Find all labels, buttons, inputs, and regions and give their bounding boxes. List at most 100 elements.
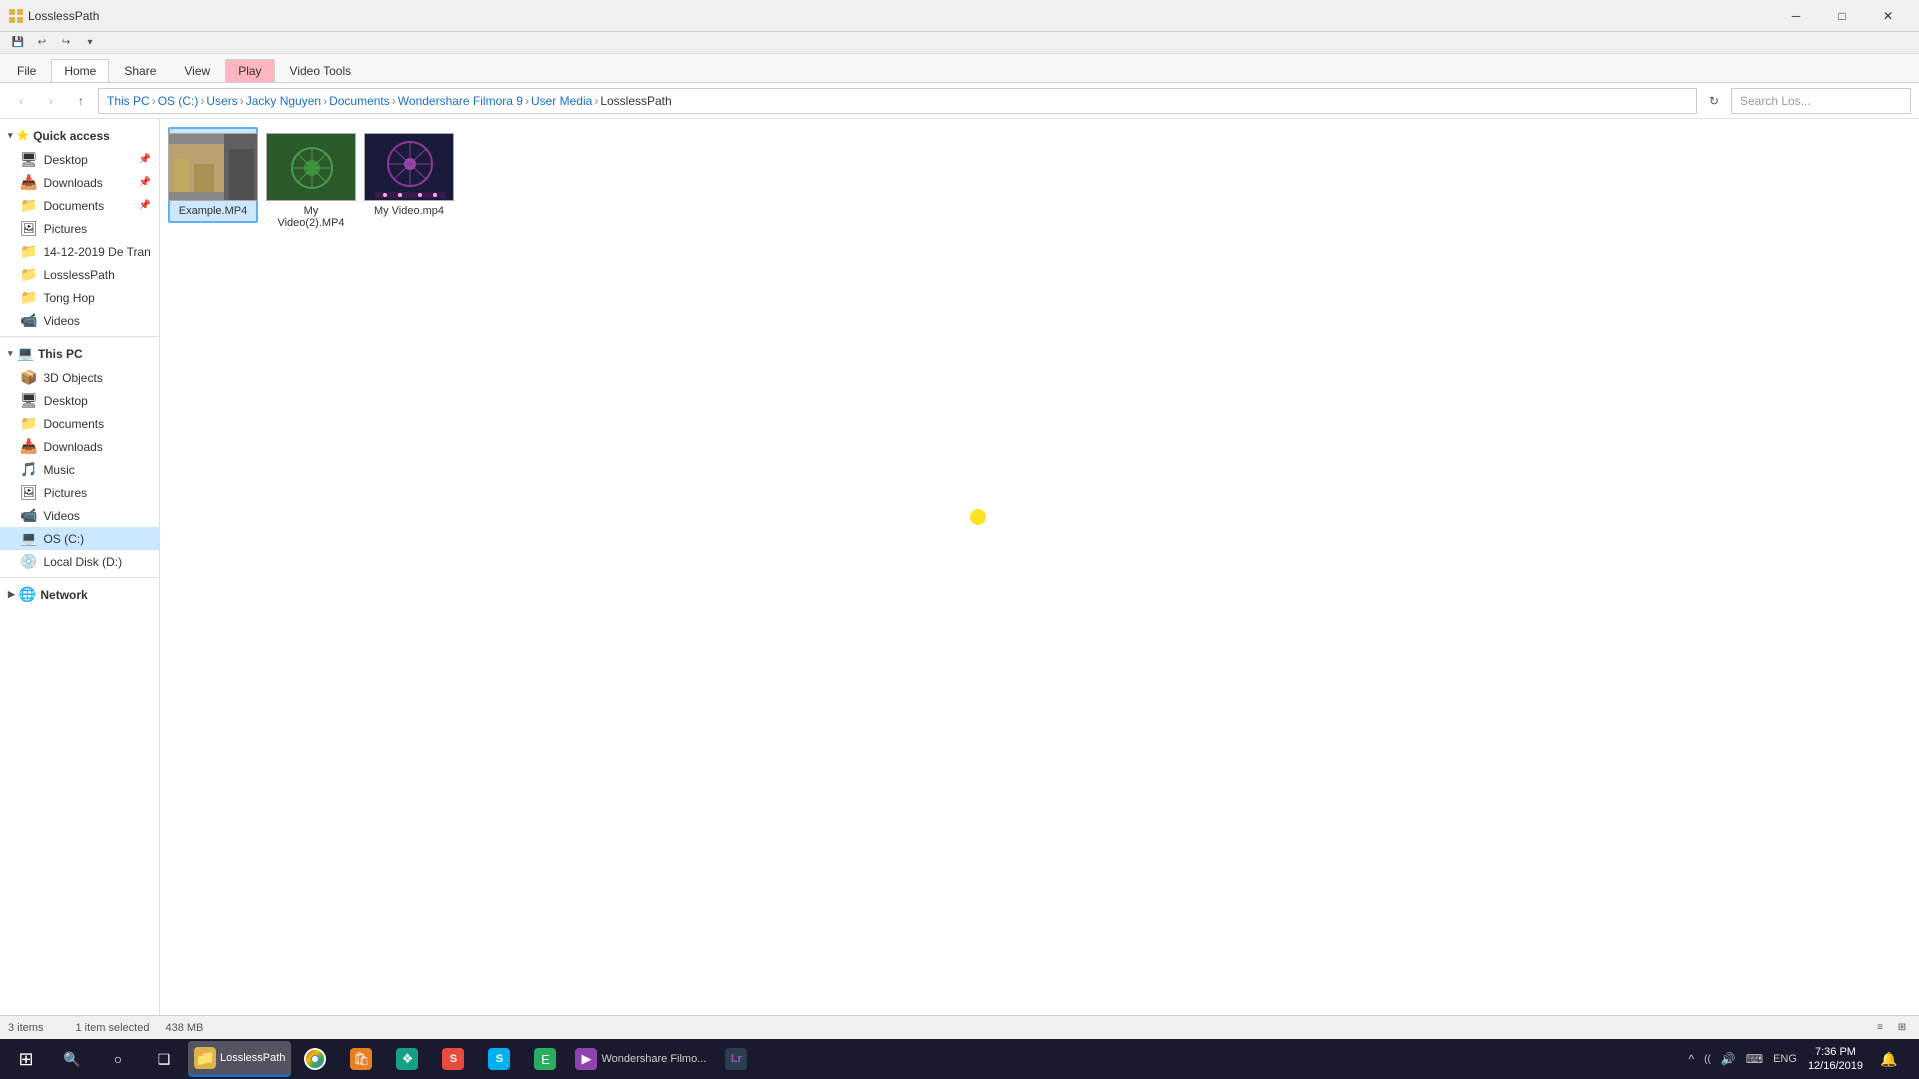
close-button[interactable]: ✕ <box>1865 0 1911 32</box>
qt-dropdown[interactable]: ▾ <box>80 34 100 52</box>
lang-indicator[interactable]: ENG <box>1770 1053 1800 1065</box>
breadcrumb-osc[interactable]: OS (C:) <box>158 94 199 108</box>
ribbon: File Home Share View Play Video Tools <box>0 54 1919 83</box>
breadcrumb-thispc[interactable]: This PC <box>107 94 150 108</box>
sidebar-downloads-label: Downloads <box>43 176 102 190</box>
taskbar-app-7[interactable]: E <box>523 1041 567 1077</box>
breadcrumb-users[interactable]: Users <box>206 94 237 108</box>
tab-play[interactable]: Play <box>225 59 274 82</box>
qt-redo[interactable]: ↪ <box>56 34 76 52</box>
refresh-button[interactable]: ↻ <box>1701 88 1727 114</box>
file-grid: ✓ Example.MP4 <box>168 127 1911 235</box>
taskbar-app-store[interactable]: 🛍 <box>339 1041 383 1077</box>
breadcrumb-jacky[interactable]: Jacky Nguyen <box>246 94 321 108</box>
sidebar-item-videos[interactable]: 📹 Videos <box>0 309 159 332</box>
taskbar-app-explorer[interactable]: 📁 LosslessPath <box>188 1041 291 1077</box>
tab-view[interactable]: View <box>171 59 223 82</box>
window-title: LosslessPath <box>28 9 99 23</box>
file-name-myvideo2: My Video(2).MP4 <box>272 205 350 229</box>
file-area[interactable]: ✓ Example.MP4 <box>160 119 1919 1015</box>
breadcrumb-documents[interactable]: Documents <box>329 94 390 108</box>
taskbar-app-skype[interactable]: S <box>477 1041 521 1077</box>
taskview-button[interactable]: ❑ <box>142 1039 186 1079</box>
lightroom-icon: Lr <box>725 1048 747 1070</box>
status-item-count: 3 items <box>8 1022 43 1034</box>
sidebar-item-pictures2[interactable]: 🖼 Pictures <box>0 481 159 504</box>
this-pc-header[interactable]: ▾ 💻 This PC <box>0 341 159 366</box>
network-header[interactable]: ▶ 🌐 Network <box>0 582 159 607</box>
maximize-button[interactable]: □ <box>1819 0 1865 32</box>
quick-access-header[interactable]: ▾ ★ Quick access <box>0 123 159 148</box>
sidebar-lp-label: LosslessPath <box>43 268 114 282</box>
search-box[interactable]: Search Los... <box>1731 88 1911 114</box>
network-label: Network <box>40 588 87 602</box>
file-item-myvideo2[interactable]: My Video(2).MP4 <box>266 127 356 235</box>
app5-icon: S <box>442 1048 464 1070</box>
pin-icon3: 📌 <box>139 200 151 211</box>
sidebar-item-desktop[interactable]: 🖥 Desktop 📌 <box>0 148 159 171</box>
sidebar-item-downloads[interactable]: 📥 Downloads 📌 <box>0 171 159 194</box>
start-button[interactable]: ⊞ <box>4 1039 48 1079</box>
view-list-btn[interactable]: ≡ <box>1871 1019 1889 1037</box>
documents-icon: 📁 <box>20 197 37 214</box>
sidebar-item-14-12[interactable]: 📁 14-12-2019 De Tran <box>0 240 159 263</box>
expand-tray-icon[interactable]: ^ <box>1686 1052 1698 1066</box>
taskbar-app-filmora[interactable]: ▶ Wondershare Filmo... <box>569 1041 712 1077</box>
minimize-button[interactable]: ─ <box>1773 0 1819 32</box>
title-bar-left: LosslessPath <box>8 8 99 24</box>
tab-file[interactable]: File <box>4 59 49 82</box>
view-grid-btn[interactable]: ⊞ <box>1893 1019 1911 1037</box>
sidebar-docs2-label: Documents <box>43 417 104 431</box>
back-button[interactable]: ‹ <box>8 88 34 114</box>
qt-undo[interactable]: ↩ <box>32 34 52 52</box>
network-tray-icon[interactable]: (( <box>1701 1054 1714 1065</box>
file-item-example[interactable]: ✓ Example.MP4 <box>168 127 258 223</box>
volume-tray-icon[interactable]: 🔊 <box>1718 1052 1739 1066</box>
breadcrumb-filmora[interactable]: Wondershare Filmora 9 <box>398 94 523 108</box>
forward-button[interactable]: › <box>38 88 64 114</box>
sidebar-item-pictures[interactable]: 🖼 Pictures <box>0 217 159 240</box>
taskbar-app-5[interactable]: S <box>431 1041 475 1077</box>
tab-videotools[interactable]: Video Tools <box>277 59 365 82</box>
sidebar-item-documents[interactable]: 📁 Documents 📌 <box>0 194 159 217</box>
sidebar-item-music[interactable]: 🎵 Music <box>0 458 159 481</box>
notification-button[interactable]: 🔔 <box>1871 1039 1907 1079</box>
taskbar-app-4[interactable]: ❖ <box>385 1041 429 1077</box>
status-size: 438 MB <box>165 1022 203 1034</box>
downloads2-icon: 📥 <box>20 438 37 455</box>
taskbar-app-chrome[interactable] <box>293 1041 337 1077</box>
chrome-icon <box>304 1048 326 1070</box>
sidebar-item-desktop2[interactable]: 🖥 Desktop <box>0 389 159 412</box>
sidebar-item-downloads2[interactable]: 📥 Downloads <box>0 435 159 458</box>
sidebar-item-locald[interactable]: 💿 Local Disk (D:) <box>0 550 159 573</box>
sidebar-item-osc[interactable]: 💻 OS (C:) <box>0 527 159 550</box>
tab-home[interactable]: Home <box>51 59 109 82</box>
taskbar-app-lightroom[interactable]: Lr <box>714 1041 758 1077</box>
up-button[interactable]: ↑ <box>68 88 94 114</box>
keyboard-tray-icon[interactable]: ⌨ <box>1743 1052 1766 1066</box>
file-thumbnail-example: ✓ <box>168 133 258 201</box>
search-button[interactable]: 🔍 <box>50 1039 94 1079</box>
taskbar-clock[interactable]: 7:36 PM 12/16/2019 <box>1804 1045 1867 1074</box>
sidebar-music-label: Music <box>43 463 74 477</box>
ribbon-tabs: File Home Share View Play Video Tools <box>0 54 1919 82</box>
file-item-myvideo[interactable]: My Video.mp4 <box>364 127 454 223</box>
sidebar-item-3dobjects[interactable]: 📦 3D Objects <box>0 366 159 389</box>
quick-access-star-icon: ★ <box>17 127 30 144</box>
breadcrumb-usermedia[interactable]: User Media <box>531 94 592 108</box>
breadcrumb-current: LosslessPath <box>600 94 671 108</box>
cortana-button[interactable]: ○ <box>96 1039 140 1079</box>
sidebar-item-documents2[interactable]: 📁 Documents <box>0 412 159 435</box>
main-area: ▾ ★ Quick access 🖥 Desktop 📌 📥 Downloads… <box>0 119 1919 1015</box>
tab-share[interactable]: Share <box>111 59 169 82</box>
breadcrumb[interactable]: This PC › OS (C:) › Users › Jacky Nguyen… <box>98 88 1697 114</box>
sidebar-item-losslesspath[interactable]: 📁 LosslessPath <box>0 263 159 286</box>
desktop-icon: 🖥 <box>20 151 38 168</box>
qt-save[interactable]: 💾 <box>8 34 28 52</box>
sidebar-14-12-label: 14-12-2019 De Tran <box>43 245 150 259</box>
sidebar-item-videos2[interactable]: 📹 Videos <box>0 504 159 527</box>
file-name-myvideo: My Video.mp4 <box>374 205 444 217</box>
this-pc-label: This PC <box>38 347 83 361</box>
sidebar-divider2 <box>0 577 159 578</box>
sidebar-item-tonghop[interactable]: 📁 Tong Hop <box>0 286 159 309</box>
